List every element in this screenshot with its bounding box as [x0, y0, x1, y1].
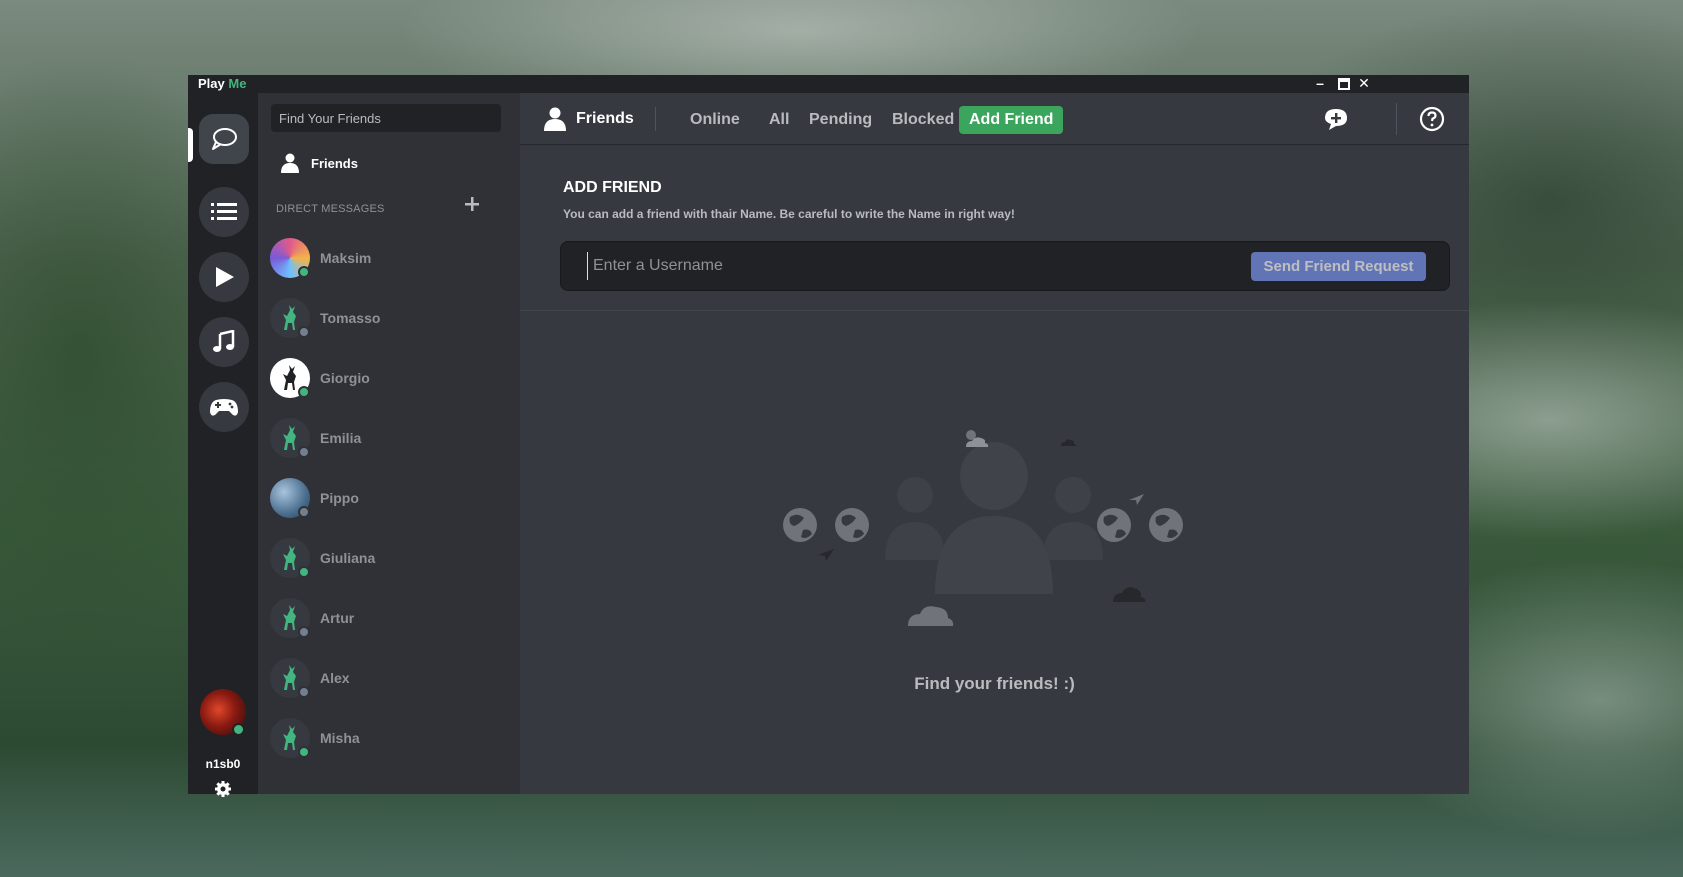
dm-name: Emilia — [320, 430, 362, 446]
paper-plane-icon — [818, 549, 834, 561]
user-name: n1sb0 — [205, 757, 241, 771]
divider — [655, 107, 656, 131]
status-offline-indicator — [298, 326, 310, 338]
empty-state: Find your friends! :) — [520, 312, 1469, 794]
cloud-icon — [1113, 587, 1146, 602]
status-online-indicator — [298, 746, 310, 758]
minimize-button[interactable]: – — [1310, 75, 1330, 93]
play-icon — [216, 267, 234, 287]
dm-name: Artur — [320, 610, 355, 626]
add-dm-button[interactable] — [462, 195, 482, 215]
dm-name: Pippo — [320, 490, 359, 506]
globe-icon — [1149, 508, 1183, 542]
person-icon — [544, 107, 566, 131]
direct-messages-header: DIRECT MESSAGES — [276, 203, 385, 215]
status-offline-indicator — [298, 626, 310, 638]
dm-item[interactable]: Artur — [258, 589, 520, 649]
cloud-icon — [908, 606, 954, 626]
user-status-online — [232, 723, 245, 736]
dm-name: Giuliana — [320, 550, 376, 566]
person-icon — [281, 153, 299, 173]
maximize-icon — [1338, 78, 1350, 90]
new-group-dm-button[interactable] — [1323, 106, 1349, 132]
new-chat-icon — [1325, 109, 1347, 130]
active-indicator — [188, 128, 193, 162]
tab-pending[interactable]: Pending — [799, 106, 882, 134]
dm-item[interactable]: Giorgio — [258, 349, 520, 409]
cloud-icon — [1061, 439, 1077, 446]
app-window: Play Me – ✕ n1sb0 Find Your Friends Frie… — [188, 75, 1469, 797]
app-title-me: Me — [228, 76, 247, 91]
dm-item[interactable]: Misha — [258, 709, 520, 769]
app-title: Play Me — [198, 76, 246, 91]
settings-button[interactable] — [213, 779, 233, 799]
status-online-indicator — [298, 566, 310, 578]
sidebar-item-friends[interactable]: Friends — [266, 143, 506, 183]
dm-name: Giorgio — [320, 370, 370, 386]
dm-name: Misha — [320, 730, 360, 746]
chat-icon — [212, 128, 237, 150]
gamepad-icon — [210, 399, 238, 416]
top-bar: Friends Online All Pending Blocked Add F… — [520, 93, 1469, 145]
rail-play-button[interactable] — [199, 252, 249, 302]
dm-sidebar: Friends DIRECT MESSAGES Maksim Tomasso Gio… — [258, 93, 520, 794]
globe-icon — [835, 508, 869, 542]
dm-item[interactable]: Tomasso — [258, 289, 520, 349]
divider — [1396, 103, 1397, 135]
dm-item[interactable]: Emilia — [258, 409, 520, 469]
rail-chat-button[interactable] — [199, 114, 249, 164]
globe-icon — [1097, 508, 1131, 542]
dm-name: Tomasso — [320, 310, 381, 326]
dm-item[interactable]: Alex — [258, 649, 520, 709]
app-title-play: Play — [198, 76, 225, 91]
help-button[interactable] — [1419, 106, 1445, 132]
status-offline-indicator — [298, 506, 310, 518]
dm-name: Alex — [320, 670, 350, 686]
dm-list: Maksim Tomasso Giorgio Emilia Pippo Giuliana A… — [258, 229, 520, 769]
paper-plane-icon — [1129, 494, 1144, 505]
help-icon — [1419, 106, 1445, 132]
send-friend-request-button[interactable]: Send Friend Request — [1251, 252, 1426, 281]
add-friend-description: You can add a friend with thair Name. Be… — [563, 207, 1015, 221]
music-icon — [213, 330, 235, 352]
sun-cloud-icon — [966, 430, 989, 447]
close-button[interactable]: ✕ — [1354, 75, 1374, 93]
tab-blocked[interactable]: Blocked — [882, 106, 964, 134]
plus-icon — [465, 197, 479, 211]
globe-icon — [783, 508, 817, 542]
list-icon — [211, 203, 237, 220]
tab-add-friend[interactable]: Add Friend — [959, 106, 1064, 134]
dm-name: Maksim — [320, 250, 372, 266]
rail-music-button[interactable] — [199, 317, 249, 367]
dm-item[interactable]: Pippo — [258, 469, 520, 529]
server-rail: n1sb0 — [188, 93, 258, 797]
rail-games-button[interactable] — [199, 382, 249, 432]
empty-state-text: Find your friends! :) — [914, 674, 1075, 693]
rail-list-button[interactable] — [199, 187, 249, 237]
maximize-button[interactable] — [1334, 75, 1354, 93]
search-friends-input[interactable] — [271, 104, 501, 132]
friends-illustration — [783, 430, 1183, 626]
dm-item[interactable]: Maksim — [258, 229, 520, 289]
username-input[interactable] — [587, 252, 1187, 280]
sidebar-item-friends-label: Friends — [311, 155, 358, 171]
status-offline-indicator — [298, 446, 310, 458]
status-offline-indicator — [298, 686, 310, 698]
tab-online[interactable]: Online — [680, 106, 750, 134]
top-bar-friends-label: Friends — [576, 110, 634, 127]
top-bar-friends: Friends — [544, 93, 634, 145]
title-bar: Play Me – ✕ — [188, 75, 1469, 93]
tab-all[interactable]: All — [759, 106, 799, 134]
gear-icon — [215, 781, 231, 797]
status-online-indicator — [298, 266, 310, 278]
add-friend-form: Send Friend Request — [560, 241, 1450, 291]
add-friend-title: ADD FRIEND — [563, 179, 662, 196]
dm-item[interactable]: Giuliana — [258, 529, 520, 589]
status-online-indicator — [298, 386, 310, 398]
